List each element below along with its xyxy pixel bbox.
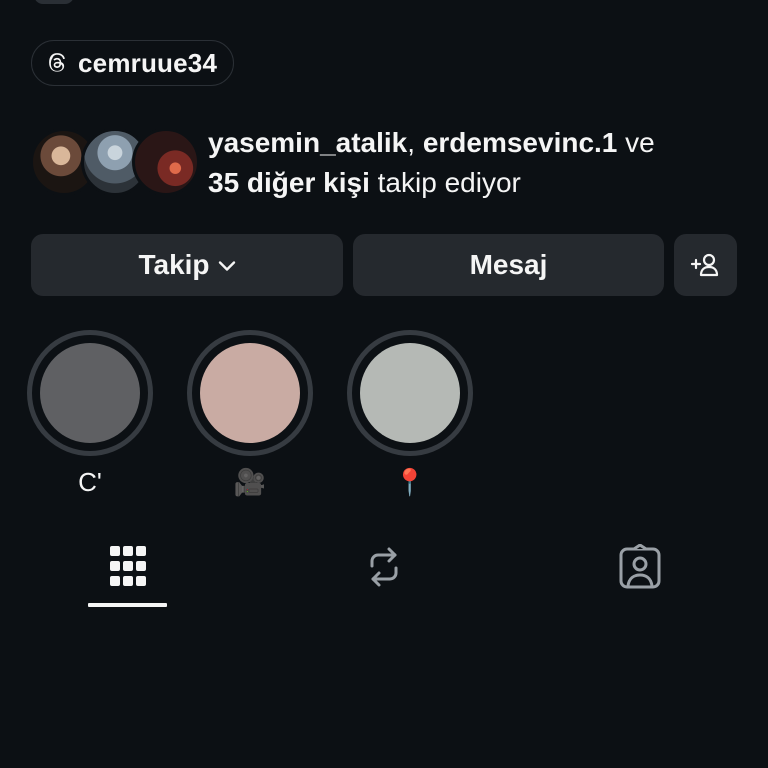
message-label: Mesaj <box>469 249 548 280</box>
tab-reposts[interactable] <box>304 535 464 607</box>
top-partial-element <box>34 0 74 4</box>
story-highlight[interactable]: 🎥 <box>187 330 313 500</box>
story-highlight[interactable]: C' <box>27 330 153 500</box>
story-highlight[interactable]: 📍 <box>347 330 473 500</box>
tagged-icon <box>619 544 661 589</box>
message-button[interactable]: Mesaj <box>353 234 664 296</box>
threads-username: cemruue34 <box>78 47 218 78</box>
mutual-suffix: takip ediyor <box>377 167 521 198</box>
tab-posts-grid[interactable] <box>48 535 208 607</box>
highlight-label: 📍 <box>393 467 427 497</box>
mutual-avatars <box>30 128 200 196</box>
separator: , <box>407 127 416 158</box>
chevron-down-icon <box>218 261 235 271</box>
profile-page: cemruue34 yasemin_atalik, erdemsevinc.1 … <box>0 0 768 768</box>
highlight-cover <box>200 343 300 443</box>
follow-button[interactable]: Takip <box>31 234 343 296</box>
grid-icon <box>110 546 146 586</box>
mutual-followers-text: yasemin_atalik, erdemsevinc.1 ve 35 diğer… <box>208 123 748 203</box>
highlight-cover <box>360 343 460 443</box>
tab-tagged[interactable] <box>560 535 720 607</box>
highlight-ring <box>347 330 473 456</box>
add-user-button[interactable] <box>674 234 737 296</box>
reposts-icon <box>370 547 398 587</box>
mutual-user-2[interactable]: erdemsevinc.1 <box>423 127 618 158</box>
highlight-label: C' <box>78 467 102 497</box>
highlight-label: 🎥 <box>233 467 267 497</box>
threads-badge[interactable]: cemruue34 <box>31 40 235 86</box>
profile-tabs <box>0 535 768 610</box>
mutual-others[interactable]: 35 diğer kişi <box>208 167 370 198</box>
conjunction: ve <box>625 127 655 158</box>
follow-label: Takip <box>138 249 210 280</box>
threads-icon <box>49 53 65 72</box>
mutual-user-1[interactable]: yasemin_atalik <box>208 127 407 158</box>
add-person-icon <box>690 253 718 277</box>
highlight-ring <box>27 330 153 456</box>
avatar <box>132 128 200 196</box>
highlight-ring <box>187 330 313 456</box>
active-tab-indicator <box>88 603 167 607</box>
mutual-followers[interactable]: yasemin_atalik, erdemsevinc.1 ve 35 diğer… <box>30 125 745 200</box>
highlight-cover <box>40 343 140 443</box>
